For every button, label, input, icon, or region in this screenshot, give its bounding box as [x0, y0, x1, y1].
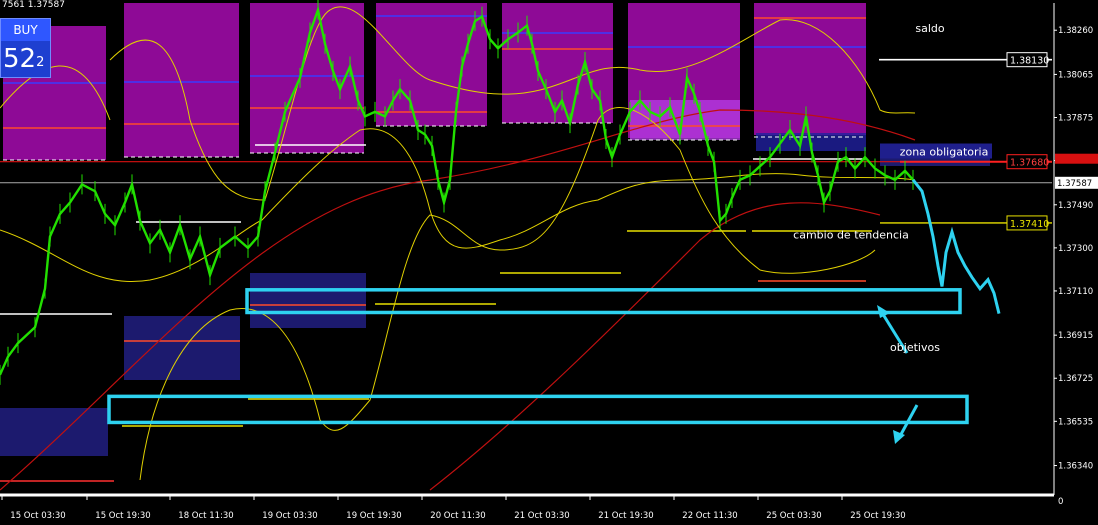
- x-tick-label: 15 Oct 03:30: [10, 511, 65, 521]
- x-tick-label: 25 Oct 03:30: [766, 511, 821, 521]
- session-box-navy: [0, 408, 108, 456]
- level-tag-label: 1.37410: [1010, 219, 1049, 230]
- y-tick-label: 1.37110: [1058, 287, 1093, 297]
- session-box-navy: [250, 273, 366, 328]
- session-box-highlight: [630, 100, 740, 140]
- x-tick-label: 25 Oct 19:30: [850, 511, 905, 521]
- buy-price-main: 52: [3, 44, 37, 74]
- x-tick-label: 18 Oct 11:30: [178, 511, 233, 521]
- annotation-label: cambio de tendencia: [793, 229, 909, 242]
- header-text: 7561 1.37587: [2, 0, 65, 10]
- x-tick-label: 21 Oct 19:30: [598, 511, 653, 521]
- x-tick-label: 15 Oct 19:30: [95, 511, 150, 521]
- level-tag-label: 1.37680: [1010, 158, 1049, 169]
- annotation-label: zona obligatoria: [900, 146, 989, 159]
- buy-price-sup: 2: [36, 55, 45, 70]
- x-tick-label: 19 Oct 19:30: [346, 511, 401, 521]
- buy-label: BUY: [1, 19, 50, 41]
- y-tick-label: 1.36535: [1058, 417, 1093, 427]
- axis-zero-label: 0: [1058, 497, 1063, 507]
- y-tick-label: 1.38065: [1058, 70, 1093, 80]
- y-tick-label: 1.36725: [1058, 374, 1093, 384]
- annotation-label: saldo: [915, 22, 945, 35]
- y-tick-label: 1.36340: [1058, 462, 1093, 472]
- price-chart: saldo zona obligatoria cambio de tendencia…: [0, 0, 1098, 525]
- y-tick-label: 1.37875: [1058, 113, 1093, 123]
- x-tick-label: 19 Oct 03:30: [262, 511, 317, 521]
- session-box-navy: [124, 316, 240, 380]
- y-tick-label: 1.38260: [1058, 26, 1093, 36]
- x-tick-label: 22 Oct 11:30: [682, 511, 737, 521]
- resistance-tag: [1055, 153, 1098, 164]
- buy-price: 522: [3, 43, 44, 75]
- x-tick-label: 20 Oct 11:30: [430, 511, 485, 521]
- buy-button[interactable]: BUY 522: [0, 18, 51, 78]
- x-tick-label: 21 Oct 03:30: [514, 511, 569, 521]
- session-box-magenta: [502, 3, 613, 123]
- level-tag-label: 1.38130: [1010, 56, 1049, 67]
- annotation-label: objetivos: [890, 341, 940, 354]
- current-price-label: 1.37587: [1057, 179, 1092, 189]
- session-box-magenta: [250, 3, 364, 153]
- y-tick-label: 1.36915: [1058, 331, 1093, 341]
- y-tick-label: 1.37490: [1058, 201, 1093, 211]
- y-tick-label: 1.37300: [1058, 244, 1093, 254]
- session-box-magenta: [124, 3, 239, 157]
